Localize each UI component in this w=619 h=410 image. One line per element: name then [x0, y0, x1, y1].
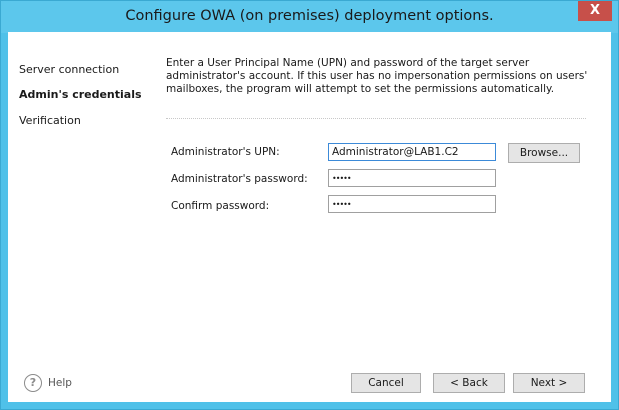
password-label: Administrator's password: — [171, 173, 308, 185]
upn-label: Administrator's UPN: — [171, 146, 280, 158]
close-button[interactable]: X — [578, 1, 612, 21]
upn-input[interactable]: Administrator@LAB1.C2 — [328, 143, 496, 161]
close-icon: X — [589, 3, 601, 18]
confirm-password-mask: ••••• — [332, 200, 352, 209]
back-button[interactable]: < Back — [433, 373, 505, 393]
wizard-steps-sidebar: Server connection Admin's credentials Ve… — [8, 32, 158, 402]
password-input[interactable]: ••••• — [328, 169, 496, 187]
confirm-password-input[interactable]: ••••• — [328, 195, 496, 213]
browse-button[interactable]: Browse... — [508, 143, 580, 163]
step-verification[interactable]: Verification — [19, 114, 81, 127]
help-icon: ? — [24, 374, 42, 392]
dialog-window: Configure OWA (on premises) deployment o… — [0, 0, 619, 410]
step-admins-credentials[interactable]: Admin's credentials — [19, 88, 142, 101]
password-mask: ••••• — [332, 174, 352, 183]
help-label: Help — [48, 377, 72, 389]
instructions-text: Enter a User Principal Name (UPN) and pa… — [166, 57, 588, 95]
cancel-button[interactable]: Cancel — [351, 373, 421, 393]
separator-line — [166, 118, 586, 119]
title-bar[interactable]: Configure OWA (on premises) deployment o… — [1, 1, 618, 33]
dialog-client-area: Server connection Admin's credentials Ve… — [8, 32, 611, 402]
confirm-password-label: Confirm password: — [171, 200, 270, 212]
window-title: Configure OWA (on premises) deployment o… — [125, 8, 494, 24]
next-button[interactable]: Next > — [513, 373, 585, 393]
step-server-connection[interactable]: Server connection — [19, 63, 119, 76]
